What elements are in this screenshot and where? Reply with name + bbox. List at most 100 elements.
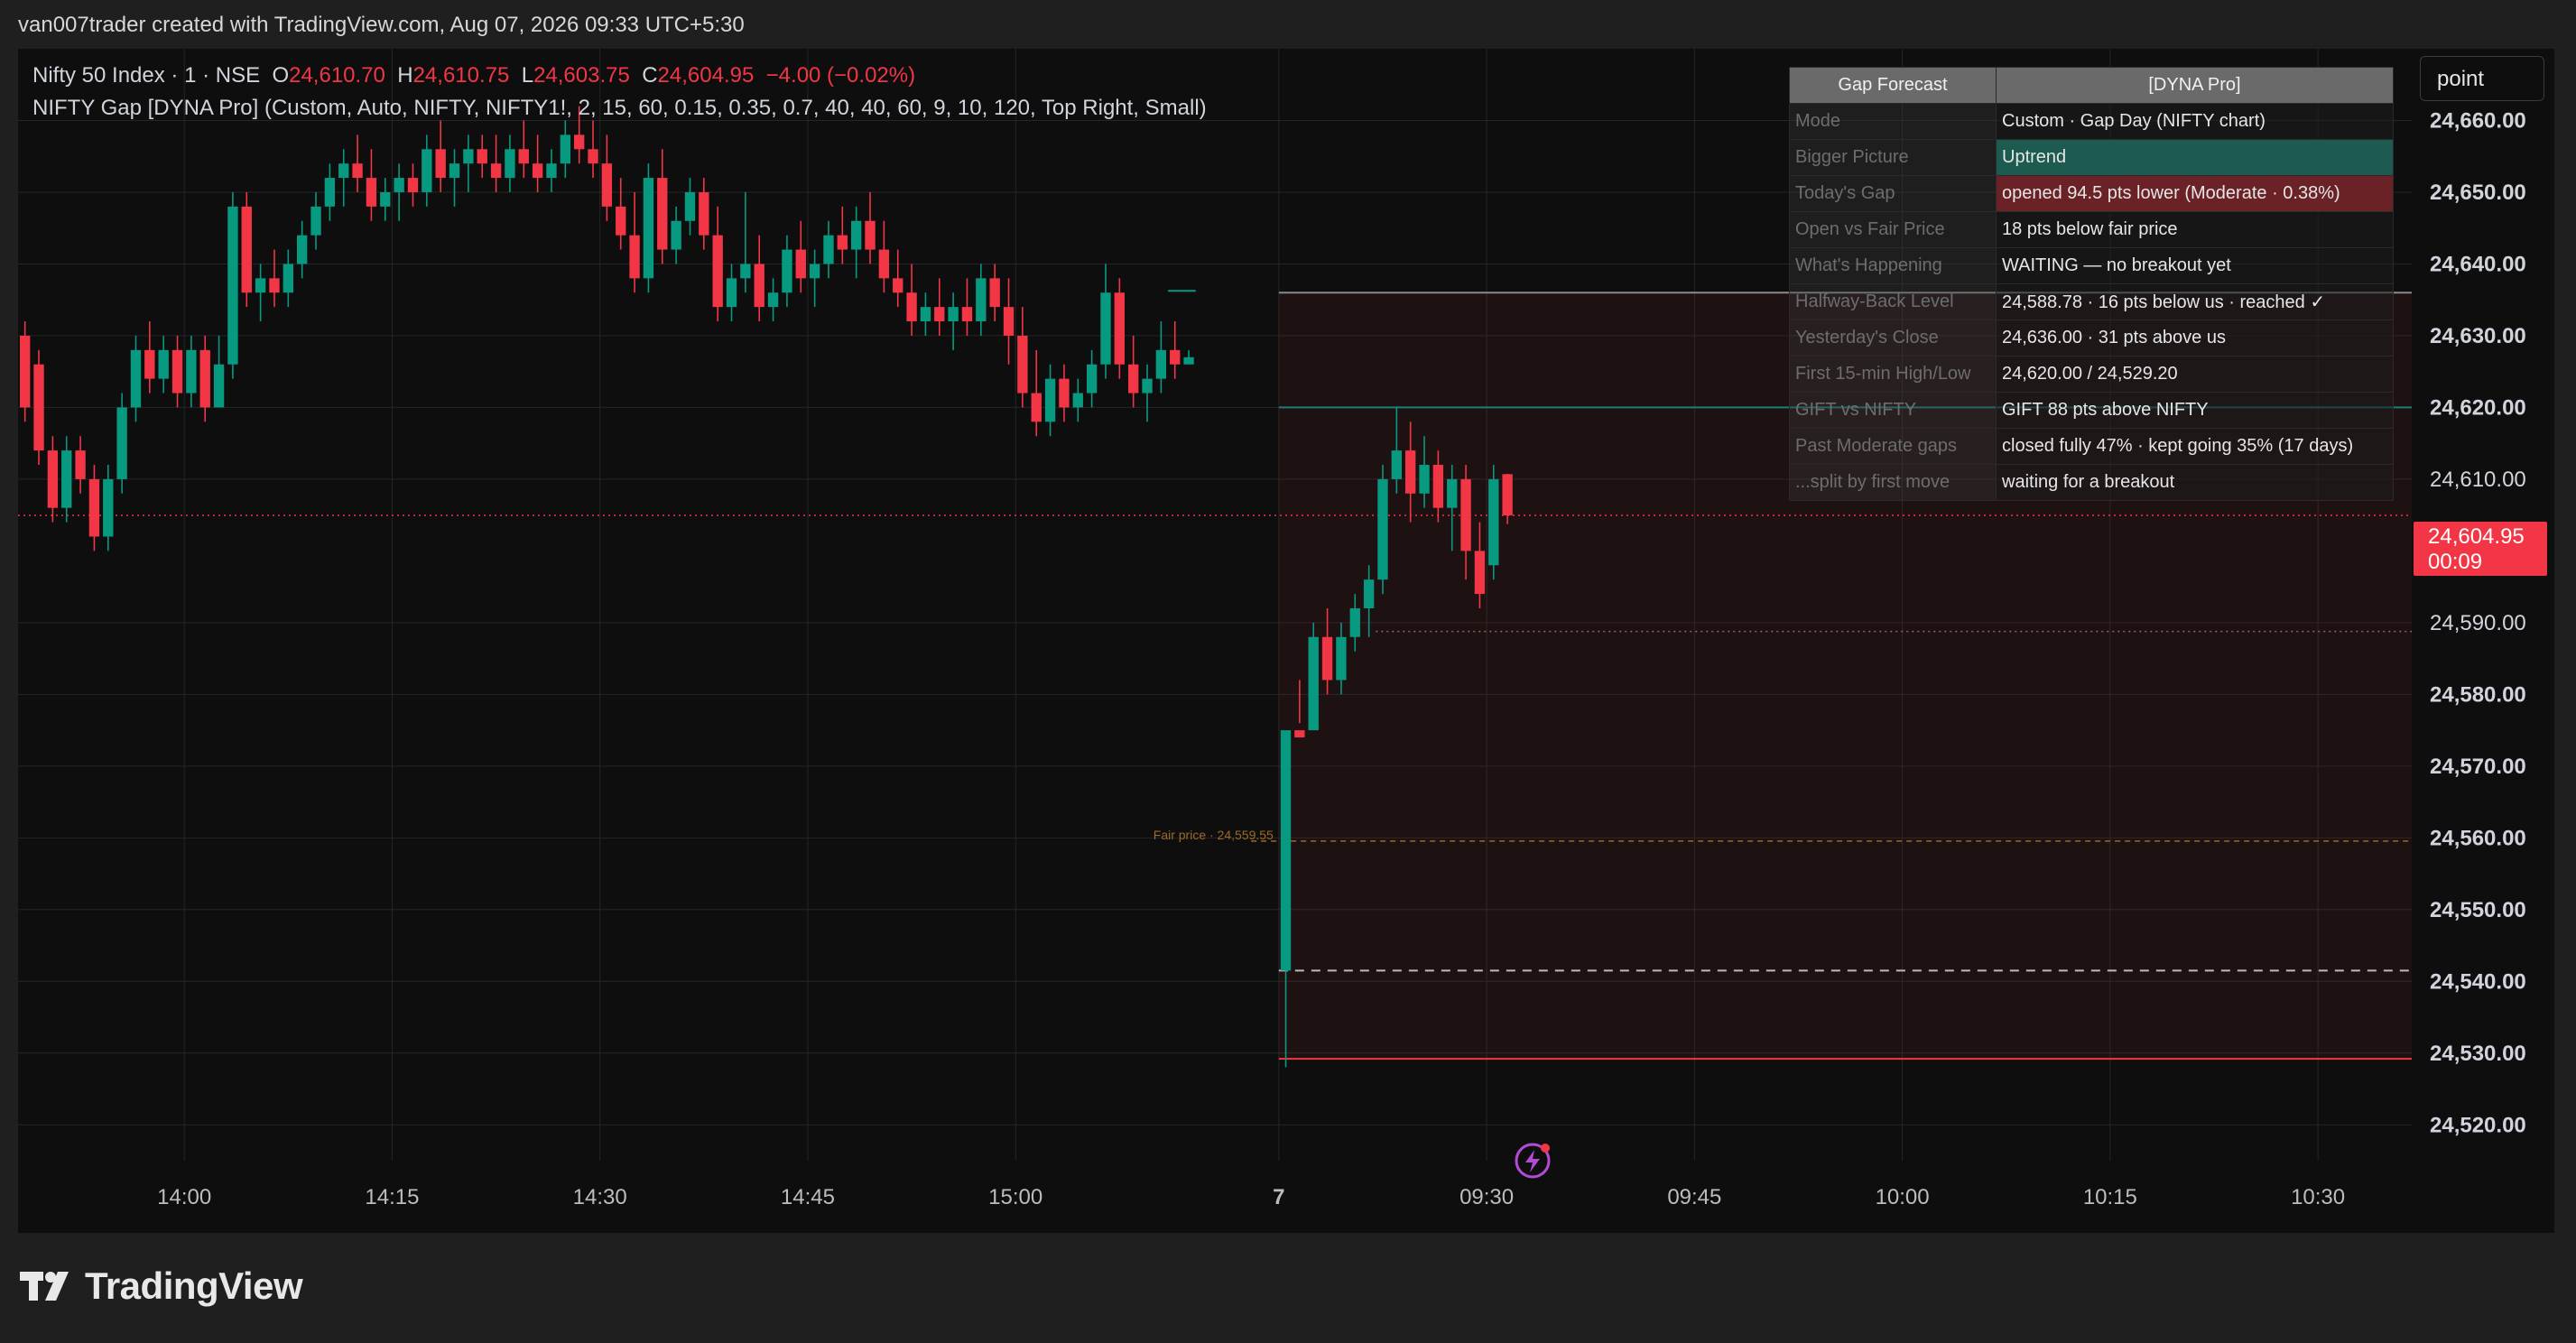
candle-body — [601, 163, 613, 207]
legend-symbol[interactable]: Nifty 50 Index · 1 · NSE — [32, 63, 260, 88]
gap-table-row: Today's Gap opened 94.5 pts lower (Modera… — [1789, 175, 2394, 212]
candle-body — [477, 149, 487, 164]
candle-body — [934, 307, 945, 322]
candle-body — [75, 450, 86, 479]
candle-body — [88, 478, 100, 537]
gap-table-row: Halfway-Back Level 24,588.78 · 16 pts bel… — [1789, 283, 2394, 320]
candle-body — [186, 349, 197, 394]
gap-table-row: GIFT vs NIFTY GIFT 88 pts above NIFTY — [1789, 392, 2394, 429]
x-axis-tick-label: 14:45 — [781, 1185, 835, 1209]
candle-body — [1003, 307, 1015, 336]
candle-body — [837, 235, 848, 250]
gap-table-key: Halfway-Back Level — [1789, 283, 1997, 320]
candle-body — [684, 191, 696, 221]
candle-body — [490, 163, 502, 179]
gap-table-key: First 15-min High/Low — [1789, 356, 1997, 393]
candle-body — [283, 264, 293, 293]
candle-body — [130, 349, 142, 408]
candle-body — [616, 206, 626, 236]
candle-body — [574, 134, 585, 150]
point-button[interactable]: point — [2420, 56, 2544, 101]
candle-body — [1377, 478, 1388, 580]
x-axis-tick-label: 09:45 — [1667, 1185, 1721, 1209]
ohlc-legend: Nifty 50 Index · 1 · NSE O24,610.70 H24,… — [32, 63, 915, 88]
x-axis-tick-label: 14:00 — [157, 1185, 211, 1209]
candle-body — [795, 249, 806, 279]
candle-body — [893, 278, 903, 293]
legend-high-label: H — [397, 63, 413, 88]
legend-open-value: 24,610.70 — [289, 63, 385, 88]
candle-body — [366, 178, 377, 207]
candle-body — [657, 178, 668, 250]
candle-body — [1128, 364, 1139, 394]
candle-body — [767, 292, 779, 308]
gap-table-value: Uptrend — [1996, 139, 2394, 176]
candle-body — [1044, 378, 1056, 422]
candle-body — [1447, 478, 1458, 508]
candle-body — [1349, 607, 1360, 637]
candle-body — [546, 163, 557, 179]
candle-body — [726, 278, 737, 308]
gap-table-value: 24,620.00 / 24,529.20 — [1996, 356, 2394, 393]
gap-table-header-right: [DYNA Pro] — [1996, 67, 2394, 104]
gap-table-value: closed fully 47% · kept going 35% (17 da… — [1996, 428, 2394, 465]
candle-body — [1363, 579, 1375, 608]
candle-body — [103, 478, 114, 537]
gap-table-row: Open vs Fair Price 18 pts below fair pric… — [1789, 211, 2394, 248]
candle-body — [407, 178, 419, 192]
last-price-value: 24,604.95 — [2428, 524, 2525, 549]
candle-body — [213, 364, 225, 408]
tradingview-wordmark: TradingView — [85, 1264, 303, 1307]
candle-body — [560, 134, 570, 164]
gap-table-header: Gap Forecast [DYNA Pro] — [1789, 67, 2394, 104]
candle-body — [449, 163, 460, 179]
y-axis-tick-label: 24,630.00 — [2430, 324, 2526, 348]
candle-body — [1280, 730, 1292, 971]
legend-high-value: 24,610.75 — [412, 63, 510, 88]
chart-caption: van007trader created with TradingView.co… — [18, 13, 745, 37]
candle-body — [1114, 292, 1125, 365]
x-axis-tick-label: 10:30 — [2291, 1185, 2345, 1209]
candle-body — [1405, 450, 1416, 494]
candle-body — [1502, 474, 1513, 516]
candle-body — [629, 235, 640, 279]
y-axis-tick-label: 24,650.00 — [2430, 181, 2526, 205]
candle-body — [1170, 349, 1181, 365]
legend-close-label: C — [642, 63, 658, 88]
candle-body — [976, 278, 987, 322]
gap-table-key: What's Happening — [1789, 247, 1997, 284]
y-axis-tick-label: 24,530.00 — [2430, 1042, 2526, 1066]
candle-body — [823, 235, 834, 264]
candle-body — [33, 364, 44, 451]
gap-table-value: 24,636.00 · 31 pts above us — [1996, 320, 2394, 357]
indicator-legend[interactable]: NIFTY Gap [DYNA Pro] (Custom, Auto, NIFT… — [32, 96, 1207, 121]
legend-change: −4.00 (−0.02%) — [765, 63, 916, 88]
candle-body — [961, 307, 973, 322]
candle-body — [643, 178, 654, 279]
gap-table-row: Mode Custom · Gap Day (NIFTY chart) — [1789, 103, 2394, 140]
chart-panel[interactable]: Fair price · 24,559.55 24,660.00 24,650.00… — [18, 49, 2554, 1233]
candle-body — [116, 407, 127, 479]
gap-table-row: Yesterday's Close 24,636.00 · 31 pts abov… — [1789, 320, 2394, 357]
candle-body — [1100, 292, 1111, 365]
x-axis-tick-label: 7 — [1273, 1185, 1284, 1209]
candle-body — [518, 149, 529, 164]
candle-body — [352, 163, 363, 179]
tradingview-logo[interactable]: TradingView — [20, 1264, 303, 1309]
y-axis-tick-label: 24,620.00 — [2430, 395, 2526, 420]
tradingview-logo-icon — [20, 1272, 69, 1301]
candle-body — [255, 278, 266, 293]
flash-alert-icon — [1515, 1143, 1551, 1179]
x-axis-tick-label: 10:00 — [1876, 1185, 1930, 1209]
candle-body — [380, 191, 391, 207]
y-axis-tick-label: 24,590.00 — [2430, 611, 2526, 635]
y-axis-tick-label: 24,660.00 — [2430, 108, 2526, 133]
candle-body — [532, 163, 543, 179]
legend-low-label: L — [521, 63, 534, 88]
gap-table-key: Past Moderate gaps — [1789, 428, 1997, 465]
gap-table-key: Today's Gap — [1789, 175, 1997, 212]
candle-body — [47, 450, 59, 508]
y-axis-tick-label: 24,640.00 — [2430, 252, 2526, 276]
candle-body — [1086, 364, 1098, 394]
candle-body — [1474, 551, 1486, 595]
